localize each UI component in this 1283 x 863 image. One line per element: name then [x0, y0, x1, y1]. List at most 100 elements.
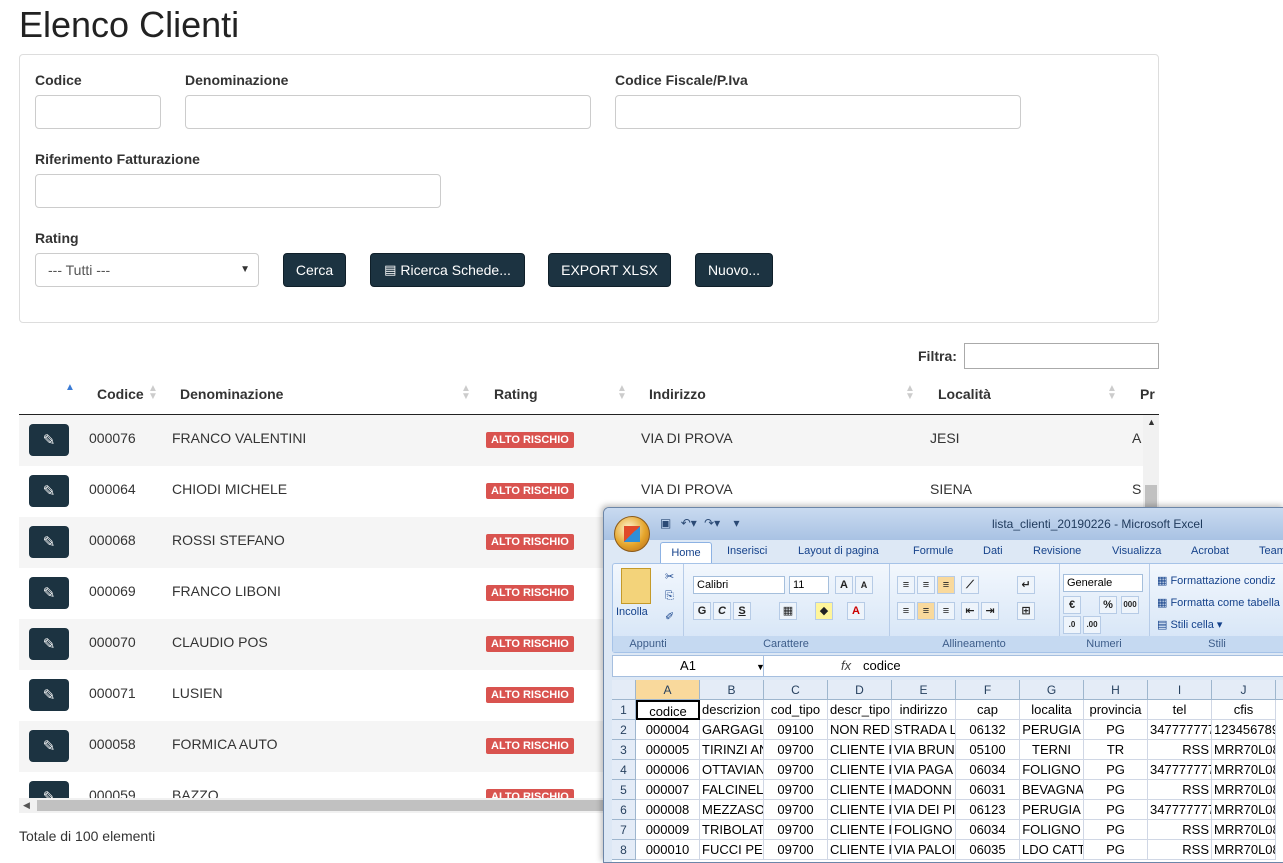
- grid-cell[interactable]: MRR70L08C2: [1212, 760, 1276, 780]
- tab-home[interactable]: Home: [660, 542, 712, 563]
- grid-cell[interactable]: FALCINELL: [700, 780, 764, 800]
- grid-cell[interactable]: descrizion: [700, 700, 764, 720]
- format-painter-icon[interactable]: ✐: [665, 610, 674, 623]
- grid-cell[interactable]: PERUGIA: [1020, 720, 1084, 740]
- grid-cell[interactable]: localita: [1020, 700, 1084, 720]
- grid-cell[interactable]: NON REDD: [828, 720, 892, 740]
- tab-layout[interactable]: Layout di pagina: [798, 545, 879, 557]
- edit-button[interactable]: ✎: [29, 781, 69, 798]
- grid-cell[interactable]: CLIENTE R: [828, 760, 892, 780]
- function-icon[interactable]: fx: [841, 658, 851, 673]
- align-bottom-icon[interactable]: ≡: [937, 576, 955, 594]
- column-header[interactable]: J: [1212, 680, 1276, 700]
- cell-styles-button[interactable]: ▤ Stili cella ▾: [1157, 618, 1222, 631]
- row-header[interactable]: 5: [612, 780, 636, 800]
- spreadsheet-grid[interactable]: A B C D E F G H I J 1 codice descrizion …: [612, 680, 1283, 862]
- edit-button[interactable]: ✎: [29, 730, 69, 762]
- scroll-left-icon[interactable]: ◀: [23, 800, 30, 811]
- grid-cell[interactable]: 09700: [764, 800, 828, 820]
- cut-icon[interactable]: ✂: [665, 570, 674, 583]
- align-right-icon[interactable]: ≡: [937, 602, 955, 620]
- redo-icon[interactable]: ↷▾: [704, 516, 720, 530]
- grid-cell[interactable]: 06035: [956, 840, 1020, 860]
- row-header[interactable]: 2: [612, 720, 636, 740]
- row-header[interactable]: 8: [612, 840, 636, 860]
- column-header[interactable]: I: [1148, 680, 1212, 700]
- currency-icon[interactable]: €: [1063, 596, 1081, 614]
- tab-dati[interactable]: Dati: [983, 545, 1003, 557]
- italic-icon[interactable]: C: [713, 602, 731, 620]
- grid-cell[interactable]: PG: [1084, 720, 1148, 740]
- header-rating[interactable]: Rating: [494, 386, 538, 402]
- save-icon[interactable]: ▣: [660, 516, 671, 530]
- edit-button[interactable]: ✎: [29, 526, 69, 558]
- borders-icon[interactable]: ▦: [779, 602, 797, 620]
- grid-cell[interactable]: LDO CATTA: [1020, 840, 1084, 860]
- grid-cell[interactable]: CLIENTE R: [828, 740, 892, 760]
- codice-fiscale-input[interactable]: [615, 95, 1021, 129]
- grid-cell[interactable]: tel: [1148, 700, 1212, 720]
- edit-button[interactable]: ✎: [29, 475, 69, 507]
- row-header[interactable]: 3: [612, 740, 636, 760]
- grid-cell[interactable]: OTTAVIAN: [700, 760, 764, 780]
- font-name-select[interactable]: Calibri: [693, 576, 785, 594]
- orientation-icon[interactable]: ⟋: [961, 576, 979, 594]
- grid-cell[interactable]: CLIENTE R: [828, 840, 892, 860]
- grid-cell[interactable]: MRR70L08C2: [1212, 840, 1276, 860]
- copy-icon[interactable]: ⎘: [665, 590, 674, 603]
- column-header[interactable]: G: [1020, 680, 1084, 700]
- quick-access-toolbar[interactable]: ▣ ↶▾ ↷▾ ▾: [660, 516, 740, 530]
- grid-cell[interactable]: CLIENTE R: [828, 820, 892, 840]
- number-format-select[interactable]: Generale: [1063, 574, 1143, 592]
- grid-cell[interactable]: 09700: [764, 760, 828, 780]
- header-localita[interactable]: Località: [938, 386, 991, 402]
- customize-qat-icon[interactable]: ▾: [734, 516, 740, 530]
- grid-cell[interactable]: cfis: [1212, 700, 1276, 720]
- decrease-decimal-icon[interactable]: .00: [1083, 616, 1101, 634]
- wrap-text-icon[interactable]: ↵: [1017, 576, 1035, 594]
- grid-cell[interactable]: provincia: [1084, 700, 1148, 720]
- grid-cell[interactable]: 347777777: [1148, 760, 1212, 780]
- grid-cell[interactable]: RSS: [1148, 740, 1212, 760]
- grid-cell[interactable]: VIA PAGA: [892, 760, 956, 780]
- grid-cell[interactable]: 09100: [764, 720, 828, 740]
- tab-team[interactable]: Team: [1259, 545, 1283, 557]
- export-xlsx-button[interactable]: EXPORT XLSX: [548, 253, 671, 287]
- paste-icon[interactable]: [621, 568, 651, 604]
- grid-cell[interactable]: MEZZASOI: [700, 800, 764, 820]
- grid-cell[interactable]: TR: [1084, 740, 1148, 760]
- grid-cell[interactable]: STRADA LA: [892, 720, 956, 740]
- grid-cell[interactable]: RSS: [1148, 840, 1212, 860]
- grid-cell[interactable]: 000007: [636, 780, 700, 800]
- grid-cell[interactable]: PG: [1084, 840, 1148, 860]
- excel-titlebar[interactable]: ▣ ↶▾ ↷▾ ▾ lista_clienti_20190226 - Micro…: [604, 508, 1283, 540]
- tab-formule[interactable]: Formule: [913, 545, 953, 557]
- grid-cell[interactable]: 000004: [636, 720, 700, 740]
- cell-a1[interactable]: codice: [636, 700, 700, 720]
- format-as-table-button[interactable]: ▦ Formatta come tabella: [1157, 596, 1280, 609]
- sort-icon[interactable]: ▲ ▼: [461, 384, 471, 402]
- edit-button[interactable]: ✎: [29, 577, 69, 609]
- grid-cell[interactable]: VIA BRUN: [892, 740, 956, 760]
- grid-cell[interactable]: 09700: [764, 820, 828, 840]
- grid-cell[interactable]: PG: [1084, 780, 1148, 800]
- tab-inserisci[interactable]: Inserisci: [727, 545, 767, 557]
- grid-cell[interactable]: FOLIGNO: [1020, 820, 1084, 840]
- grid-cell[interactable]: CLIENTE R: [828, 780, 892, 800]
- tab-acrobat[interactable]: Acrobat: [1191, 545, 1229, 557]
- undo-icon[interactable]: ↶▾: [681, 516, 697, 530]
- underline-icon[interactable]: S: [733, 602, 751, 620]
- riferimento-fatturazione-input[interactable]: [35, 174, 441, 208]
- grid-cell[interactable]: RSS: [1148, 820, 1212, 840]
- denominazione-input[interactable]: [185, 95, 591, 129]
- grid-cell[interactable]: PG: [1084, 820, 1148, 840]
- grid-cell[interactable]: 000005: [636, 740, 700, 760]
- grid-cell[interactable]: CLIENTE R: [828, 800, 892, 820]
- row-header[interactable]: 6: [612, 800, 636, 820]
- rating-select[interactable]: --- Tutti --- ▼: [35, 253, 259, 287]
- align-top-icon[interactable]: ≡: [897, 576, 915, 594]
- grid-cell[interactable]: 06034: [956, 760, 1020, 780]
- align-left-icon[interactable]: ≡: [897, 602, 915, 620]
- grid-cell[interactable]: FOLIGNO: [1020, 760, 1084, 780]
- grid-cell[interactable]: indirizzo: [892, 700, 956, 720]
